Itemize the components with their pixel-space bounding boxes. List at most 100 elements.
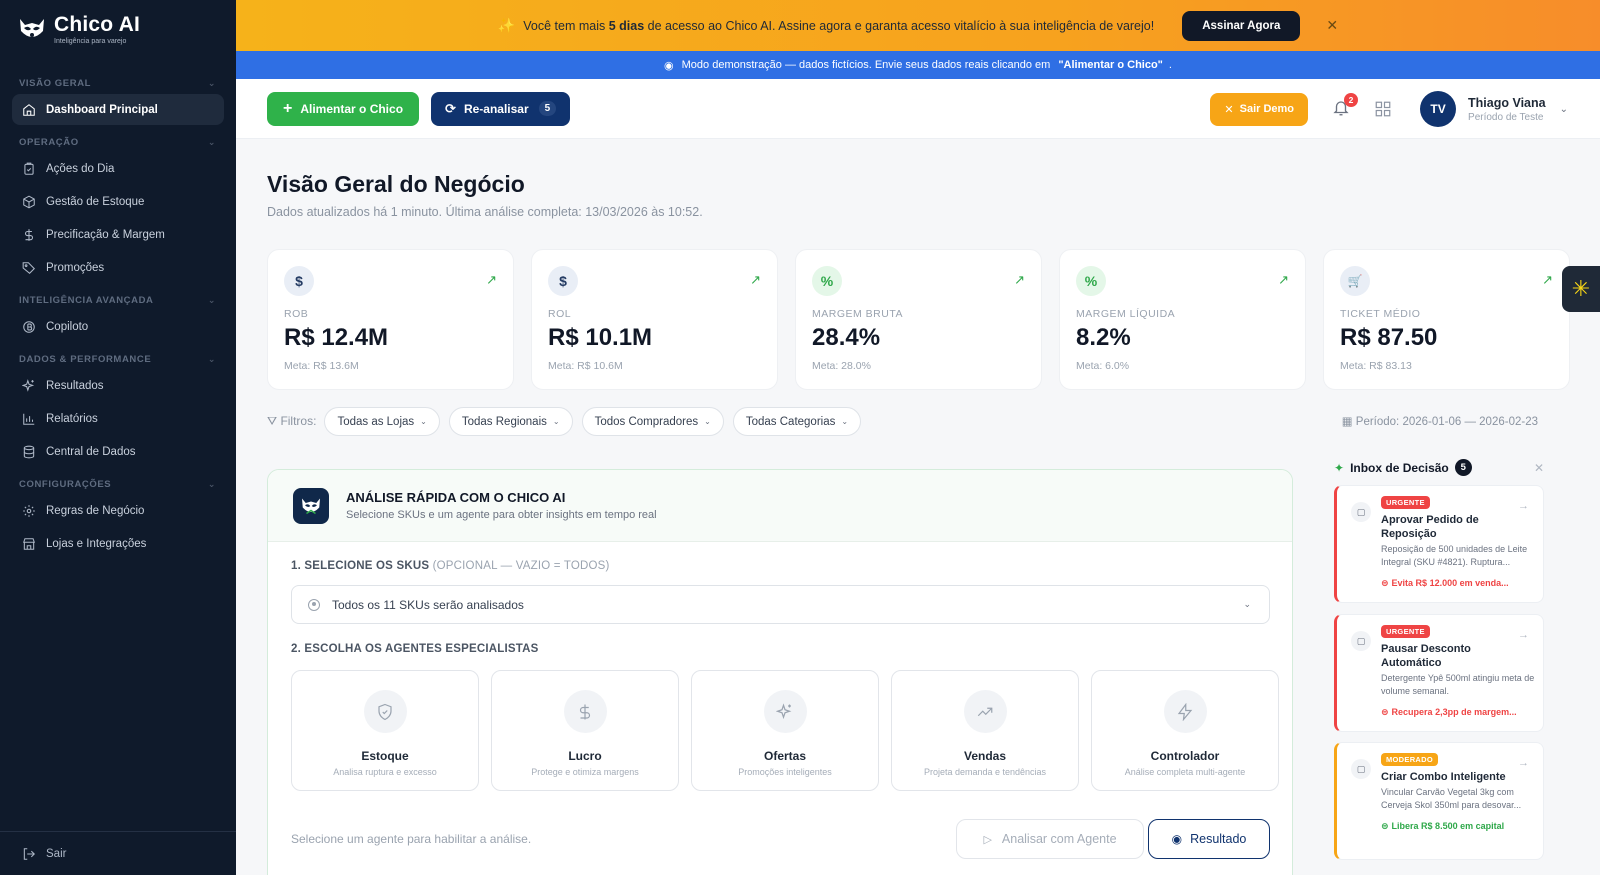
- chevron-down-icon: ⌄: [207, 353, 216, 364]
- section-configuracoes[interactable]: CONFIGURAÇÕES ⌄: [0, 475, 236, 493]
- agent-desc: Análise completa multi-agente: [1124, 767, 1246, 777]
- kpi-label: ROB: [284, 308, 309, 320]
- assistant-widget-button[interactable]: ✳: [1562, 266, 1600, 312]
- filter-regions-dropdown[interactable]: Todas Regionais ⌄: [448, 407, 573, 436]
- kpi-value: 8.2%: [1076, 324, 1131, 351]
- sku-select[interactable]: Todos os 11 SKUs serão analisados ⌄: [291, 585, 1270, 624]
- inbox-card[interactable]: ▢ → URGENTE Pausar Desconto Automático D…: [1334, 614, 1544, 732]
- card-title: Criar Combo Inteligente: [1381, 771, 1506, 783]
- filter-categories-dropdown[interactable]: Todas Categorias ⌄: [732, 407, 862, 436]
- sidebar-item-label: Central de Dados: [46, 445, 136, 458]
- kpi-value: R$ 12.4M: [284, 324, 389, 351]
- raccoon-logo-icon: [293, 487, 329, 524]
- filter-stores-dropdown[interactable]: Todas as Lojas ⌄: [324, 407, 440, 436]
- sidebar-item-promocoes[interactable]: Promoções: [12, 252, 224, 283]
- sidebar: Chico AI Inteligência para varejo VISÃO …: [0, 0, 236, 875]
- sidebar-item-label: Lojas e Integrações: [46, 537, 147, 550]
- section-title: CONFIGURAÇÕES: [19, 478, 112, 490]
- result-button[interactable]: ◉ Resultado: [1148, 819, 1270, 859]
- section-operacao[interactable]: OPERAÇÃO ⌄: [0, 133, 236, 151]
- filter-buyers-dropdown[interactable]: Todos Compradores ⌄: [581, 407, 724, 436]
- reanalyze-button[interactable]: ⟳ Re-analisar 5: [431, 91, 571, 126]
- database-icon: [23, 445, 35, 458]
- agent-ofertas[interactable]: Ofertas Promoções inteligentes: [691, 670, 879, 791]
- trial-days: 5 dias: [608, 18, 645, 33]
- result-label: Resultado: [1190, 832, 1247, 846]
- filter-bar: ⛛ Filtros: Todas as Lojas ⌄ Todas Regiona…: [267, 407, 870, 436]
- target-icon: [308, 598, 320, 611]
- section-inteligencia[interactable]: INTELIGÊNCIA AVANÇADA ⌄: [0, 291, 236, 309]
- brand-logo[interactable]: Chico AI Inteligência para varejo: [0, 0, 236, 58]
- agent-vendas[interactable]: Vendas Projeta demanda e tendências: [891, 670, 1079, 791]
- card-impact-text: Recupera 2,3pp de margem...: [1391, 707, 1517, 717]
- trend-up-icon: ↗: [1278, 272, 1289, 287]
- apps-grid-button[interactable]: [1374, 100, 1392, 118]
- sparkles-icon: ✦: [1334, 460, 1345, 475]
- agent-controlador[interactable]: Controlador Análise completa multi-agent…: [1091, 670, 1279, 791]
- subscribe-button[interactable]: Assinar Agora: [1182, 10, 1301, 41]
- close-icon[interactable]: ✕: [1326, 17, 1338, 34]
- inbox-count-badge: 5: [1454, 459, 1472, 476]
- agent-icon-wrap: [1163, 690, 1207, 733]
- logout-button[interactable]: Sair: [0, 831, 236, 875]
- demo-banner-suffix: .: [1168, 59, 1172, 71]
- sidebar-item-label: Gestão de Estoque: [46, 195, 145, 208]
- toolbar-right: ✕ Sair Demo 2 TV Thiago Viana Período de…: [1210, 91, 1568, 127]
- gear-icon: [23, 504, 35, 517]
- agent-name: Vendas: [963, 749, 1007, 763]
- sidebar-item-resultados[interactable]: Resultados: [12, 370, 224, 401]
- dollar-icon: [579, 704, 591, 719]
- avatar[interactable]: TV: [1420, 91, 1457, 127]
- chip-label: Todas Categorias: [745, 415, 836, 428]
- play-icon: ▷: [983, 833, 992, 846]
- chevron-down-icon: ⌄: [420, 417, 427, 426]
- kpi-card-rol[interactable]: $ ↗ ROL R$ 10.1M Meta: R$ 10.6M: [531, 249, 778, 390]
- agent-estoque[interactable]: Estoque Analisa ruptura e excesso: [291, 670, 479, 791]
- kpi-value: R$ 87.50: [1340, 324, 1438, 351]
- kpi-card-margem-bruta[interactable]: % ↗ MARGEM BRUTA 28.4% Meta: 28.0%: [795, 249, 1042, 390]
- sidebar-item-relatorios[interactable]: Relatórios: [12, 403, 224, 434]
- analyze-label: Analisar com Agente: [1001, 832, 1117, 846]
- exit-demo-button[interactable]: ✕ Sair Demo: [1210, 92, 1309, 126]
- sidebar-item-central-dados[interactable]: Central de Dados: [12, 436, 224, 467]
- agent-lucro[interactable]: Lucro Protege e otimiza margens: [491, 670, 679, 791]
- section-dados[interactable]: DADOS & PERFORMANCE ⌄: [0, 350, 236, 368]
- feed-chico-button[interactable]: + Alimentar o Chico: [267, 91, 420, 126]
- sidebar-item-regras[interactable]: Regras de Negócio: [12, 495, 224, 526]
- sidebar-item-estoque[interactable]: Gestão de Estoque: [12, 186, 224, 217]
- percent-icon: %: [812, 266, 842, 296]
- trend-up-icon: ↗: [486, 272, 497, 287]
- analyze-with-agent-button[interactable]: ▷ Analisar com Agente: [956, 819, 1144, 859]
- refresh-icon: ⟳: [445, 100, 456, 116]
- card-title: Aprovar Pedido de Reposição: [1381, 514, 1479, 540]
- sidebar-item-copiloto[interactable]: Copiloto: [12, 311, 224, 342]
- sidebar-item-precificacao[interactable]: Precificação & Margem: [12, 219, 224, 250]
- chevron-down-icon[interactable]: ⌄: [1560, 104, 1568, 115]
- plus-icon: +: [283, 99, 293, 117]
- card-impact-text: Libera R$ 8.500 em capital: [1391, 821, 1505, 831]
- sidebar-item-dashboard[interactable]: Dashboard Principal: [12, 94, 224, 125]
- sidebar-item-acoes[interactable]: Ações do Dia: [12, 153, 224, 184]
- kpi-meta: Meta: 6.0%: [1076, 360, 1130, 372]
- asterisk-icon: ✳: [1571, 276, 1591, 301]
- period-selector[interactable]: ▦ Período: 2026-01-06 — 2026-02-23: [1342, 414, 1538, 428]
- section-visao-geral[interactable]: VISÃO GERAL ⌄: [0, 74, 236, 92]
- agent-name: Ofertas: [763, 749, 807, 763]
- card-impact-text: Evita R$ 12.000 em venda...: [1391, 578, 1509, 588]
- inbox-card[interactable]: ▢ → MODERADO Criar Combo Inteligente Vin…: [1334, 742, 1544, 860]
- inbox-card[interactable]: ▢ → URGENTE Aprovar Pedido de Reposição …: [1334, 485, 1544, 603]
- agent-options: Estoque Analisa ruptura e excesso Lucro …: [291, 670, 1279, 791]
- kpi-card-ticket-medio[interactable]: 🛒 ↗ TICKET MÉDIO R$ 87.50 Meta: R$ 83.13: [1323, 249, 1570, 390]
- trial-banner: ✨ Você tem mais 5 dias de acesso ao Chic…: [236, 0, 1600, 51]
- kpi-card-rob[interactable]: $ ↗ ROB R$ 12.4M Meta: R$ 13.6M: [267, 249, 514, 390]
- user-menu[interactable]: Thiago Viana Período de Teste: [1468, 96, 1546, 123]
- kpi-card-margem-liquida[interactable]: % ↗ MARGEM LÍQUIDA 8.2% Meta: 6.0%: [1059, 249, 1306, 390]
- trial-text-after: de acesso ao Chico AI. Assine agora e ga…: [644, 18, 1155, 33]
- quick-analysis-header: ANÁLISE RÁPIDA COM O CHICO AI Selecione …: [268, 470, 1292, 542]
- sidebar-item-lojas[interactable]: Lojas e Integrações: [12, 528, 224, 559]
- notifications-button[interactable]: 2: [1332, 93, 1359, 119]
- close-icon[interactable]: ✕: [1534, 461, 1544, 475]
- kpi-meta: Meta: R$ 83.13: [1340, 360, 1412, 372]
- sidebar-item-label: Resultados: [46, 379, 104, 392]
- store-icon: [23, 537, 35, 550]
